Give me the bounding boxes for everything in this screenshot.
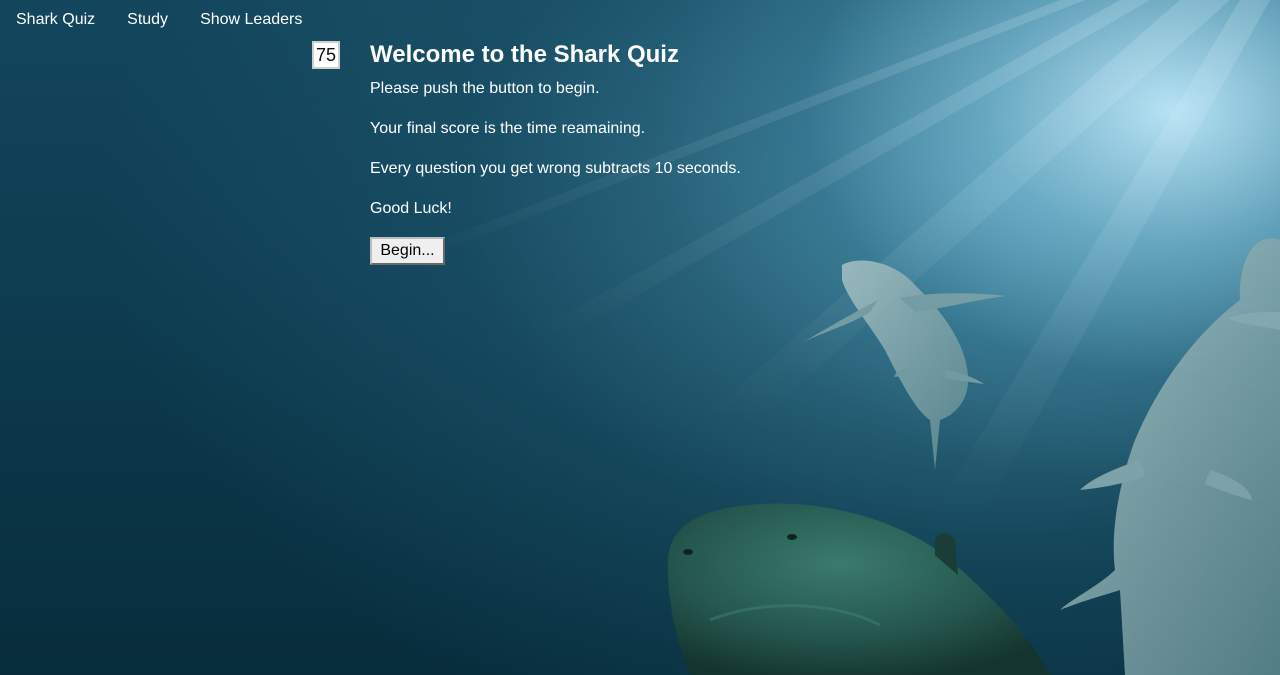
instruction-begin: Please push the button to begin.	[370, 80, 600, 97]
top-nav: Shark Quiz Study Show Leaders	[0, 0, 318, 40]
middle-shark	[802, 260, 1006, 470]
instruction-penalty: Every question you get wrong subtracts 1…	[370, 160, 741, 177]
good-luck-text: Good Luck!	[370, 200, 452, 217]
nav-show-leaders-link[interactable]: Show Leaders	[184, 0, 318, 40]
foreground-shark	[667, 503, 1050, 675]
instruction-score: Your final score is the time reamaining.	[370, 120, 646, 137]
begin-button[interactable]: Begin...	[370, 237, 445, 265]
nav-study-link[interactable]: Study	[111, 0, 184, 40]
nav-shark-quiz-link[interactable]: Shark Quiz	[0, 0, 111, 40]
page-title: Welcome to the Shark Quiz	[370, 41, 679, 68]
timer-display: 75	[312, 41, 340, 69]
quiz-intro: Welcome to the Shark Quiz Please push th…	[370, 40, 970, 219]
